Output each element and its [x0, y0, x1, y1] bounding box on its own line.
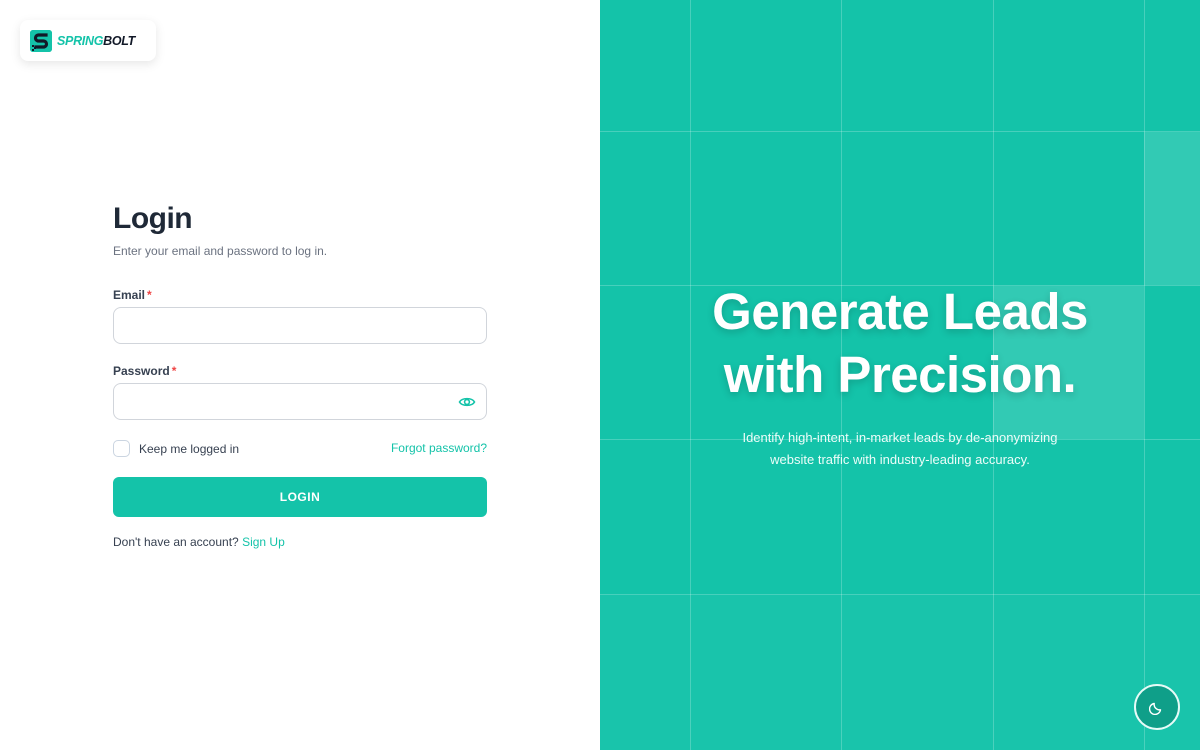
remember-checkbox[interactable]	[113, 440, 130, 457]
password-label: Password *	[113, 364, 176, 378]
email-label-text: Email	[113, 288, 146, 302]
brand-logo[interactable]: SPRINGBOLT	[20, 20, 156, 61]
email-required-mark: *	[147, 288, 152, 302]
signup-prompt: Don't have an account? Sign Up	[113, 535, 285, 549]
login-button[interactable]: LOGIN	[113, 477, 487, 517]
theme-toggle-button[interactable]	[1134, 684, 1180, 730]
brand-name-part2: BOLT	[103, 33, 136, 48]
email-field[interactable]	[113, 307, 487, 344]
login-form: Login Enter your email and password to l…	[113, 200, 487, 549]
signup-prompt-text: Don't have an account?	[113, 535, 239, 549]
hero-tagline: Identify high-intent, in-market leads by…	[742, 430, 1058, 467]
login-panel: SPRINGBOLT Login Enter your email and pa…	[0, 0, 600, 750]
brand-name: SPRINGBOLT	[57, 34, 135, 48]
page-subtitle: Enter your email and password to log in.	[113, 244, 328, 258]
hero-headline: Generate Leads with Precision.	[600, 280, 1200, 406]
password-required-mark: *	[171, 364, 177, 378]
password-field[interactable]	[113, 383, 487, 420]
page-title: Login	[113, 202, 193, 235]
signup-link[interactable]: Sign Up	[242, 535, 285, 549]
password-label-text: Password	[113, 364, 170, 378]
springbolt-logo-icon	[30, 29, 52, 52]
moon-icon	[1149, 702, 1162, 715]
hero-headline-line2: with Precision.	[723, 346, 1077, 403]
hero-headline-line1: Generate Leads	[712, 283, 1088, 340]
eye-icon[interactable]	[458, 394, 476, 410]
forgot-password-link[interactable]: Forgot password?	[391, 441, 487, 455]
email-label: Email *	[113, 288, 152, 302]
remember-me: Keep me logged in	[113, 440, 239, 457]
remember-label: Keep me logged in	[139, 441, 240, 456]
brand-name-part1: SPRING	[57, 33, 104, 48]
hero-panel: Generate Leads with Precision. Identify …	[600, 0, 1200, 750]
